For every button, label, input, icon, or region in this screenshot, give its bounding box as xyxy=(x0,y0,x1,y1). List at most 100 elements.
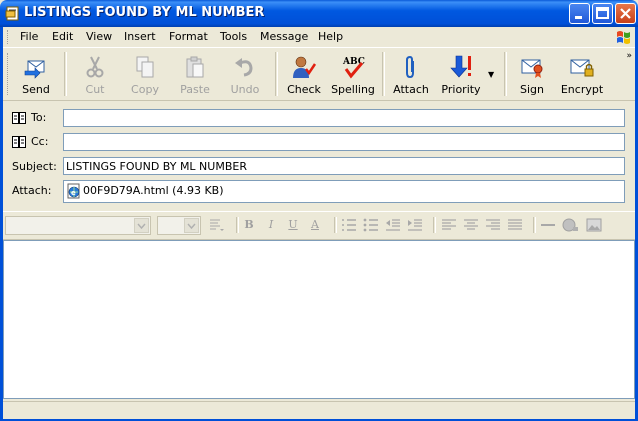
spelling-button[interactable]: ABC Spelling xyxy=(331,52,375,98)
justify-icon[interactable] xyxy=(507,217,523,233)
decrease-indent-icon[interactable] xyxy=(385,217,401,233)
paste-button[interactable]: Paste xyxy=(173,52,217,98)
send-button[interactable]: Send xyxy=(15,52,57,98)
cut-button[interactable]: Cut xyxy=(73,52,117,98)
font-name-select[interactable] xyxy=(5,216,151,235)
copy-button[interactable]: Copy xyxy=(123,52,167,98)
attach-field[interactable]: e 00F9D79A.html (4.93 KB) xyxy=(63,180,625,203)
encrypt-icon xyxy=(570,59,594,77)
cc-label[interactable]: Cc: xyxy=(31,135,48,148)
paperclip-icon xyxy=(406,55,414,79)
chevron-down-icon[interactable] xyxy=(134,218,149,233)
attach-label: Attach xyxy=(393,83,429,96)
windows-logo-icon xyxy=(617,31,630,44)
bulleted-list-icon[interactable] xyxy=(363,217,379,233)
subject-label: Subject: xyxy=(12,160,57,173)
insert-picture-icon[interactable] xyxy=(586,217,602,233)
menu-message[interactable]: Message xyxy=(260,30,308,43)
menu-view[interactable]: View xyxy=(86,30,112,43)
toolbar-separator xyxy=(533,217,536,233)
compose-window: LISTINGS FOUND BY ML NUMBER File Edit Vi… xyxy=(0,0,638,421)
menu-file[interactable]: File xyxy=(20,30,38,43)
horizontal-line-icon[interactable] xyxy=(540,217,556,233)
font-size-select[interactable] xyxy=(157,216,201,235)
encrypt-button[interactable]: Encrypt xyxy=(559,52,605,98)
copy-label: Copy xyxy=(131,83,159,96)
address-book-icon[interactable] xyxy=(12,136,26,148)
check-names-button[interactable]: Check xyxy=(283,52,325,98)
attachment-name[interactable]: 00F9D79A.html (4.93 KB) xyxy=(83,184,224,197)
menu-tools[interactable]: Tools xyxy=(220,30,247,43)
copy-icon xyxy=(136,56,154,78)
menu-format[interactable]: Format xyxy=(169,30,208,43)
undo-button[interactable]: Undo xyxy=(223,52,267,98)
cut-label: Cut xyxy=(85,83,105,96)
title-bar[interactable]: LISTINGS FOUND BY ML NUMBER xyxy=(0,0,638,27)
italic-button[interactable]: I xyxy=(263,217,279,233)
undo-icon xyxy=(235,58,253,77)
toolbar-separator xyxy=(382,52,385,96)
html-file-icon[interactable]: e xyxy=(66,183,82,199)
paragraph-style-icon[interactable] xyxy=(208,217,224,233)
sign-label: Sign xyxy=(520,83,544,96)
numbered-list-icon[interactable] xyxy=(341,217,357,233)
toolbar-separator xyxy=(275,52,278,96)
attach-button[interactable]: Attach xyxy=(391,52,431,98)
compose-message-icon xyxy=(5,6,19,21)
align-center-icon[interactable] xyxy=(463,217,479,233)
main-toolbar: » Send Cut Copy Paste Undo Check ABC Spe… xyxy=(3,48,635,101)
sign-icon xyxy=(521,59,543,78)
minimize-button[interactable] xyxy=(569,3,590,24)
cut-icon xyxy=(86,56,104,78)
toolbar-overflow-chevron-icon[interactable]: » xyxy=(626,51,632,61)
toolbar-separator xyxy=(504,52,507,96)
paste-icon xyxy=(186,56,204,78)
cc-field[interactable] xyxy=(63,133,625,151)
toolbar-separator xyxy=(433,217,436,233)
toolbar-separator xyxy=(64,52,67,96)
spelling-label: Spelling xyxy=(331,83,375,96)
address-book-icon[interactable] xyxy=(12,112,26,124)
subject-field[interactable]: LISTINGS FOUND BY ML NUMBER xyxy=(63,157,625,175)
paste-label: Paste xyxy=(180,83,210,96)
minimize-icon xyxy=(575,16,582,19)
chevron-down-icon[interactable] xyxy=(184,218,199,233)
priority-label: Priority xyxy=(441,83,481,96)
priority-dropdown-arrow-icon[interactable]: ▼ xyxy=(488,70,494,79)
menu-edit[interactable]: Edit xyxy=(52,30,73,43)
menu-grip[interactable] xyxy=(7,30,11,44)
sign-button[interactable]: Sign xyxy=(511,52,553,98)
menu-insert[interactable]: Insert xyxy=(124,30,156,43)
maximize-icon xyxy=(596,7,609,19)
formatting-toolbar: B I U A xyxy=(3,211,635,240)
align-right-icon[interactable] xyxy=(485,217,501,233)
toolbar-grip[interactable] xyxy=(7,53,11,95)
priority-icon xyxy=(450,55,471,78)
spelling-icon: ABC xyxy=(342,57,365,79)
font-color-button[interactable]: A xyxy=(307,217,323,233)
to-field[interactable] xyxy=(63,109,625,127)
status-bar xyxy=(3,401,635,419)
check-names-icon xyxy=(293,56,317,78)
maximize-button[interactable] xyxy=(592,3,613,24)
undo-label: Undo xyxy=(230,83,260,96)
bold-button[interactable]: B xyxy=(241,217,257,233)
increase-indent-icon[interactable] xyxy=(407,217,423,233)
send-icon xyxy=(24,60,45,79)
menu-help[interactable]: Help xyxy=(318,30,343,43)
attach-field-label: Attach: xyxy=(12,184,52,197)
priority-button[interactable]: Priority xyxy=(439,52,483,98)
encrypt-label: Encrypt xyxy=(560,83,604,96)
align-left-icon[interactable] xyxy=(441,217,457,233)
menu-bar: File Edit View Insert Format Tools Messa… xyxy=(3,27,635,48)
underline-button[interactable]: U xyxy=(285,217,301,233)
to-label[interactable]: To: xyxy=(31,111,46,124)
insert-hyperlink-icon[interactable] xyxy=(562,217,578,233)
close-button[interactable] xyxy=(615,3,636,24)
send-label: Send xyxy=(22,83,50,96)
message-body-editor[interactable] xyxy=(3,240,635,399)
check-label: Check xyxy=(287,83,321,96)
close-icon xyxy=(620,8,631,19)
toolbar-separator xyxy=(236,217,239,233)
svg-text:e: e xyxy=(71,189,76,197)
